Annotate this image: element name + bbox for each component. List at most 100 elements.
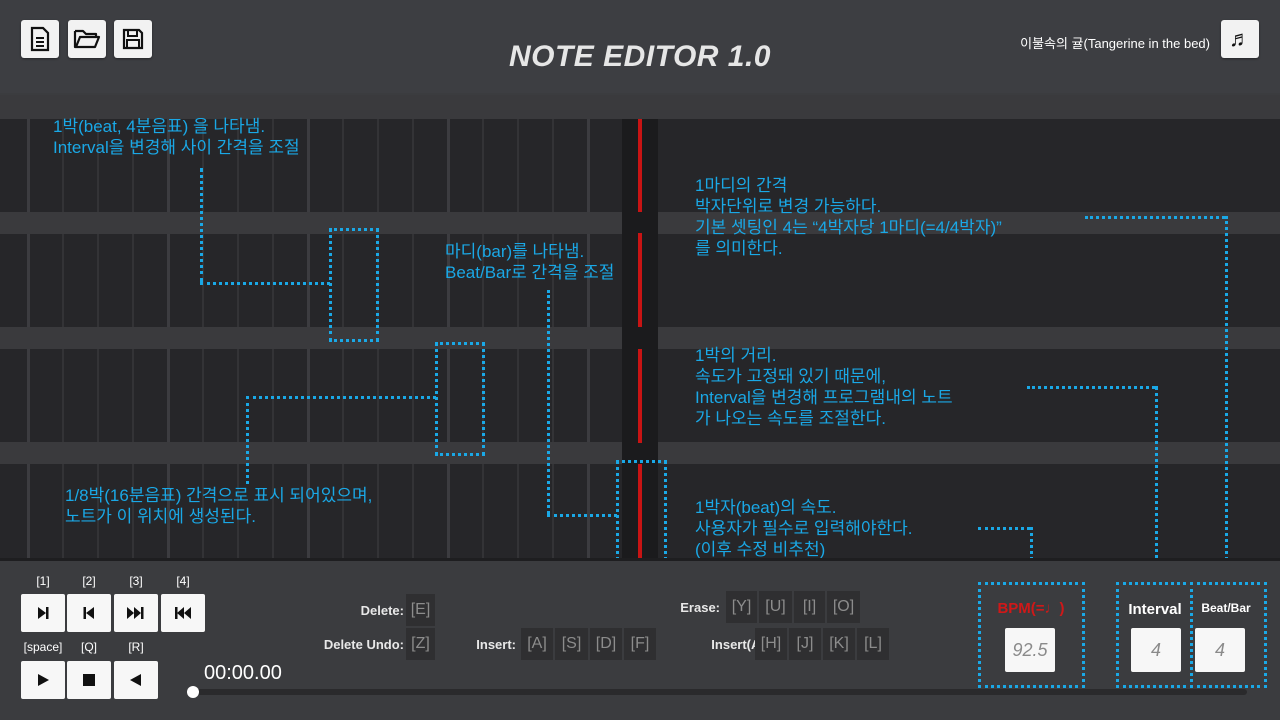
delete-undo-label: Delete Undo: [323, 637, 404, 652]
grid-line [377, 119, 379, 212]
rewind-to-start-icon [175, 607, 191, 619]
grid-line [27, 234, 30, 327]
insert-alt-key: [H] [755, 628, 787, 660]
grid-line [62, 464, 64, 558]
grid-line [167, 349, 170, 442]
grid-line [132, 234, 134, 327]
step-forward-button[interactable] [21, 594, 65, 632]
play-button[interactable] [21, 661, 65, 699]
fast-forward-icon [127, 607, 144, 619]
erase-key: [U] [759, 591, 792, 623]
grid-line [62, 349, 64, 442]
grid-line [412, 464, 414, 558]
grid-line [237, 234, 239, 327]
grid-line [517, 119, 519, 212]
callout-line [1225, 216, 1228, 584]
grid-line [307, 119, 310, 212]
grid-line [412, 234, 414, 327]
grid-line [27, 119, 30, 212]
key-hint: [4] [176, 574, 190, 588]
key-hint: [space] [23, 640, 63, 654]
insert-key: [F] [624, 628, 656, 660]
grid-line [27, 349, 30, 442]
rewind-to-start-button[interactable] [161, 594, 205, 632]
bar-highlight-box [616, 460, 667, 574]
grid-line [97, 234, 99, 327]
sixteenth-highlight-box [435, 342, 485, 456]
delete-key: [E] [406, 594, 435, 626]
insert-key: [S] [555, 628, 588, 660]
callout-line [547, 514, 617, 517]
key-hint: [Q] [80, 640, 97, 654]
grid-line [517, 464, 519, 558]
grid-line [97, 349, 99, 442]
key-hint: [3] [129, 574, 143, 588]
grid-line [552, 349, 554, 442]
beatbar-label: Beat/Bar [1201, 601, 1251, 615]
header: NOTE EDITOR 1.0 이불속의 귤(Tangerine in the … [0, 0, 1280, 93]
fast-forward-button[interactable] [114, 594, 158, 632]
erase-key: [O] [827, 591, 860, 623]
beatbar-input[interactable]: 4 [1195, 628, 1245, 672]
grid-line [27, 464, 30, 558]
annotation-beat-distance: 1박의 거리. 속도가 고정돼 있기 때문에, Interval을 변경해 프로… [695, 346, 953, 428]
annotation-beat: 1박(beat, 4분음표) 을 나타냄. Interval을 변경해 사이 간… [53, 117, 300, 157]
music-select-button[interactable]: ♬ [1221, 20, 1259, 58]
bpm-label: BPM(=♩) [997, 600, 1065, 617]
playback-time: 00:00.00 [204, 662, 282, 684]
insert-label: Insert: [476, 637, 516, 652]
delete-undo-key: [Z] [406, 628, 435, 660]
key-hint: [R] [128, 640, 144, 654]
erase-key: [Y] [726, 591, 757, 623]
callout-line [1027, 386, 1155, 389]
beat-highlight-box [329, 228, 379, 342]
annotation-bpm: 1박자(beat)의 속도. 사용자가 필수로 입력해야한다. (이후 수정 비… [695, 498, 913, 559]
grid-line [482, 119, 484, 212]
step-back-button[interactable] [67, 594, 111, 632]
grid-line [447, 464, 450, 558]
delete-label: Delete: [360, 603, 404, 618]
progress-knob[interactable] [187, 686, 199, 698]
reverse-play-button[interactable] [114, 661, 158, 699]
progress-track[interactable] [193, 689, 1247, 695]
grid-line [202, 349, 204, 442]
step-back-icon [83, 607, 94, 619]
stop-button[interactable] [67, 661, 111, 699]
playhead-line [638, 233, 642, 327]
grid-line [447, 119, 450, 212]
erase-label: Erase: [680, 600, 720, 615]
music-note-icon: ♬ [1229, 26, 1251, 51]
grid-line [167, 234, 170, 327]
callout-line [978, 527, 1030, 530]
grid-line [587, 349, 590, 442]
grid-line [272, 234, 274, 327]
grid-line [62, 234, 64, 327]
insert-alt-key: [L] [857, 628, 889, 660]
callout-line [200, 168, 203, 282]
stop-icon [83, 674, 95, 686]
playhead-line [638, 349, 642, 443]
playhead-line [638, 119, 642, 212]
divider [0, 558, 1280, 561]
annotation-sixteenth: 1/8박(16분음표) 간격으로 표시 되어있으며, 노트가 이 위치에 생성된… [65, 486, 373, 526]
grid-line [587, 464, 590, 558]
grid-line [412, 119, 414, 212]
interval-label: Interval [1128, 601, 1182, 618]
grid-line [132, 349, 134, 442]
insert-alt-key: [K] [823, 628, 855, 660]
insert-key: [A] [521, 628, 553, 660]
callout-line [200, 282, 330, 285]
interval-input[interactable]: 4 [1131, 628, 1181, 672]
erase-key: [I] [794, 591, 825, 623]
annotation-bar: 마디(bar)를 나타냄. Beat/Bar로 간격을 조절 [445, 242, 615, 282]
callout-line [246, 396, 249, 484]
callout-line [1085, 216, 1225, 219]
annotation-bar-spacing: 1마디의 간격 박자단위로 변경 가능하다. 기본 셋팅인 4는 “4박자당 1… [695, 176, 1002, 258]
callout-line [547, 290, 550, 514]
play-icon [38, 674, 49, 686]
callout-line [246, 396, 436, 399]
grid-line [552, 119, 554, 212]
step-forward-icon [38, 607, 49, 619]
bpm-input[interactable]: 92.5 [1005, 628, 1055, 672]
grid-line [307, 234, 310, 327]
